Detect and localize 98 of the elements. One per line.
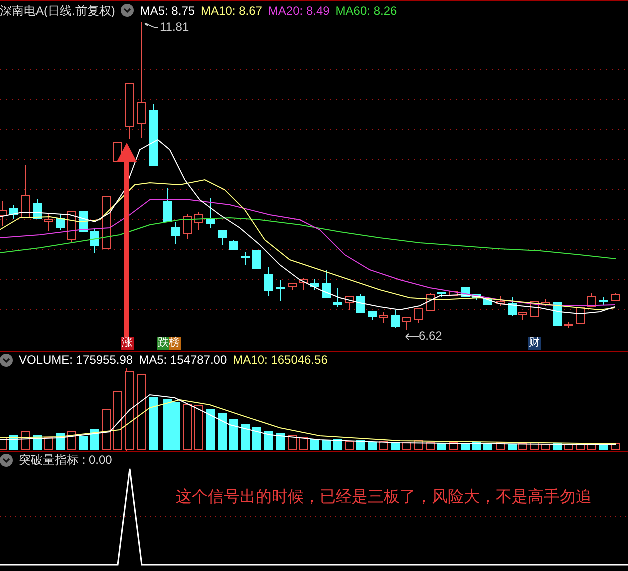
ma-label: MA60: 8.26 [336,2,398,20]
volume-bar [22,432,30,450]
volume-bar [150,398,158,450]
marker-tag: 财 [528,337,541,350]
marker-tag: 跌榜 [157,337,181,350]
volume-bar [102,410,112,450]
candlestick [56,214,66,230]
volume-bar [80,436,88,450]
volume-bar [334,440,342,450]
candlestick [102,196,112,250]
candlestick [184,214,192,240]
volume-bar [206,410,216,450]
candlestick [10,204,18,220]
volume-bar [542,444,550,450]
candlestick [218,230,228,246]
candlestick [368,312,378,320]
volume-bar [300,438,308,450]
dropdown-icon[interactable] [0,354,13,366]
candlestick [438,292,446,298]
pointer-icon [144,23,158,31]
candlestick [264,266,274,296]
volume-bar [356,440,366,450]
volume-bar [68,432,76,450]
volume-bar [438,444,446,450]
pointer-icon [405,333,419,341]
candlestick [450,290,458,296]
candlestick [276,280,286,302]
candlestick [252,250,262,270]
vol-label: MA10: 165046.56 [233,352,328,369]
candlestick [90,228,100,254]
candlestick [554,302,562,326]
candlestick [588,292,596,308]
volume-bar [218,414,228,450]
candlestick [126,84,134,140]
vol-label: VOLUME: 175955.98 [19,352,134,369]
candlestick [300,278,308,290]
annotation-text: 这个信号出的时候，已经是三板了，风险大，不是高手勿追 [176,488,592,508]
volume-bar [322,440,332,450]
marker-tag: 涨 [121,337,134,350]
volume-bar [172,402,180,450]
volume-bar [164,400,172,450]
dropdown-icon[interactable] [121,4,134,17]
candlestick [576,306,586,324]
volume-bar [380,442,388,450]
candlestick [426,292,436,312]
ma-label: MA20: 8.49 [268,2,330,20]
candlestick [68,212,76,244]
volume-bar [114,392,122,450]
volume-bar [368,442,378,450]
volume-bar [564,444,574,450]
volume-bar [462,444,470,450]
candlestick [44,212,54,232]
low-price-label: 6.62 [419,329,442,343]
vol-label: MA5: 154787.00 [139,352,228,369]
candlestick [346,296,354,310]
candlestick [542,298,550,306]
volume-bar [588,444,596,450]
volume-bar [392,442,400,450]
volume-bar [242,424,250,450]
candlestick [356,294,366,314]
chart-title: 深南电A(日线.前复权) [0,2,116,20]
candlestick [600,296,608,306]
candlestick [402,318,412,330]
ma-label: MA10: 8.67 [201,2,262,20]
volume-bar [276,434,286,450]
candlestick [310,278,320,290]
volume-bar [230,420,238,450]
volume-bar [472,442,482,450]
volume-bar [252,428,262,450]
candlestick [612,292,620,302]
candlestick [564,322,574,328]
candlestick [230,240,238,250]
candlestick [242,252,250,266]
candlestick [414,308,424,324]
candlestick [496,296,506,306]
candlestick [0,200,8,226]
candlestick [472,294,482,300]
candlestick [150,104,158,166]
dropdown-icon[interactable] [0,454,13,466]
indicator-title: 突破量指标 : 0.00 [19,452,112,469]
volume-bar [346,442,354,450]
volume-bar [184,404,192,450]
high-price-label: 11.81 [160,20,190,34]
candlestick [380,312,388,324]
volume-bar [44,438,54,450]
candlestick [288,282,298,290]
candlestick [22,164,30,218]
volume-bar [90,430,100,450]
candlestick [322,270,332,298]
volume-bar [310,440,320,450]
volume-bar [288,436,298,450]
volume-bar [194,406,204,450]
ma-label: MA5: 8.75 [140,2,196,20]
candlestick [194,212,204,230]
candlestick [392,310,400,328]
candlestick [206,198,216,228]
volume-bar [264,432,274,450]
candlestick [334,288,342,308]
